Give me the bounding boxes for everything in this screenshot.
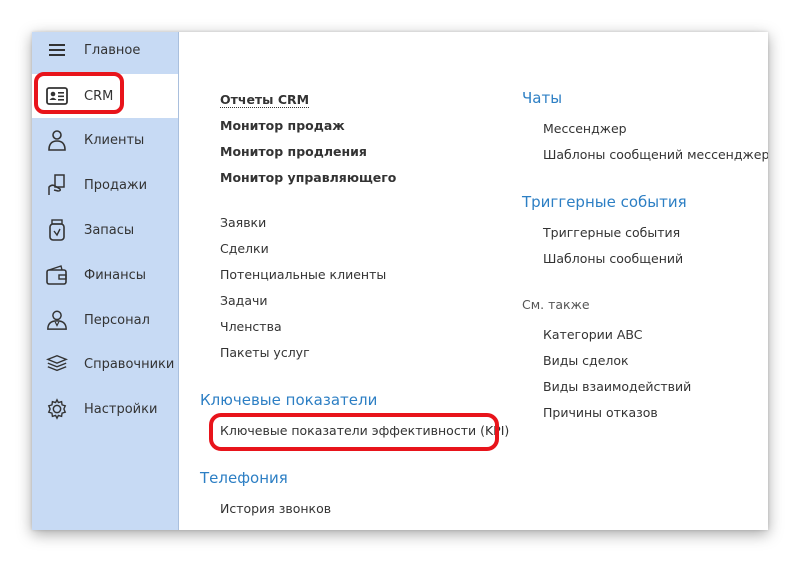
sidebar-item-references[interactable]: Справочники xyxy=(32,342,178,386)
link-service-packages[interactable]: Пакеты услуг xyxy=(220,345,310,360)
link-memberships[interactable]: Членства xyxy=(220,319,282,334)
section-title-see-also: См. также xyxy=(522,297,590,312)
content-area: Отчеты CRM Монитор продаж Монитор продле… xyxy=(179,32,768,530)
staff-person-icon xyxy=(46,309,68,331)
link-label: Отчеты CRM xyxy=(220,92,310,108)
sidebar-item-clients[interactable]: Клиенты xyxy=(32,118,178,162)
client-person-icon xyxy=(46,129,68,151)
section-title-triggers: Триггерные события xyxy=(522,193,687,211)
link-trigger-events[interactable]: Триггерные события xyxy=(543,225,680,240)
sidebar-item-label: Персонал xyxy=(84,312,150,328)
link-sales-monitor[interactable]: Монитор продаж xyxy=(220,118,345,133)
sidebar-item-label: Продажи xyxy=(84,177,148,193)
stock-jar-icon xyxy=(46,219,68,241)
link-crm-reports[interactable]: Отчеты CRM xyxy=(220,92,310,108)
sidebar-item-stock[interactable]: Запасы xyxy=(32,208,178,252)
contact-card-icon xyxy=(46,85,68,107)
link-potential-clients[interactable]: Потенциальные клиенты xyxy=(220,267,386,282)
sidebar-item-crm[interactable]: CRM xyxy=(32,74,178,118)
sidebar-item-label: Клиенты xyxy=(84,132,145,148)
sidebar-item-staff[interactable]: Персонал xyxy=(32,298,178,342)
link-deal-types[interactable]: Виды сделок xyxy=(543,353,629,368)
link-messenger[interactable]: Мессенджер xyxy=(543,121,627,136)
sidebar-item-label: Настройки xyxy=(84,401,158,417)
link-message-templates[interactable]: Шаблоны сообщений xyxy=(543,251,683,266)
section-title-telephony: Телефония xyxy=(200,469,288,487)
link-rejection-reasons[interactable]: Причины отказов xyxy=(543,405,658,420)
sidebar-item-label: CRM xyxy=(84,88,114,104)
sidebar-item-main[interactable]: Главное xyxy=(32,32,178,72)
link-manager-monitor[interactable]: Монитор управляющего xyxy=(220,170,396,185)
link-tasks[interactable]: Задачи xyxy=(220,293,268,308)
link-abc-categories[interactable]: Категории ABC xyxy=(543,327,643,342)
sidebar-item-settings[interactable]: Настройки xyxy=(32,387,178,431)
hamburger-menu-icon xyxy=(46,39,68,61)
section-title-chats: Чаты xyxy=(522,89,563,107)
link-call-history[interactable]: История звонков xyxy=(220,501,331,516)
sidebar-item-label: Справочники xyxy=(84,356,175,372)
sidebar-item-label: Запасы xyxy=(84,222,135,238)
sidebar-item-sales[interactable]: Продажи xyxy=(32,163,178,207)
sidebar: Главное CRM Клиенты Продажи Запасы Финан… xyxy=(32,32,179,530)
sales-hand-icon xyxy=(46,174,68,196)
wallet-icon xyxy=(46,264,68,286)
link-requests[interactable]: Заявки xyxy=(220,215,266,230)
link-renewal-monitor[interactable]: Монитор продления xyxy=(220,144,367,159)
sidebar-item-label: Финансы xyxy=(84,267,147,283)
sidebar-item-finance[interactable]: Финансы xyxy=(32,253,178,297)
link-kpi[interactable]: Ключевые показатели эффективности (KPI) xyxy=(220,423,509,438)
books-stack-icon xyxy=(46,353,68,375)
section-title-kpi: Ключевые показатели xyxy=(200,391,378,409)
gear-icon xyxy=(46,398,68,420)
link-messenger-templates[interactable]: Шаблоны сообщений мессенджера xyxy=(543,147,768,162)
link-deals[interactable]: Сделки xyxy=(220,241,269,256)
app-window: Главное CRM Клиенты Продажи Запасы Финан… xyxy=(32,32,768,530)
link-interaction-types[interactable]: Виды взаимодействий xyxy=(543,379,691,394)
sidebar-item-label: Главное xyxy=(84,42,141,58)
